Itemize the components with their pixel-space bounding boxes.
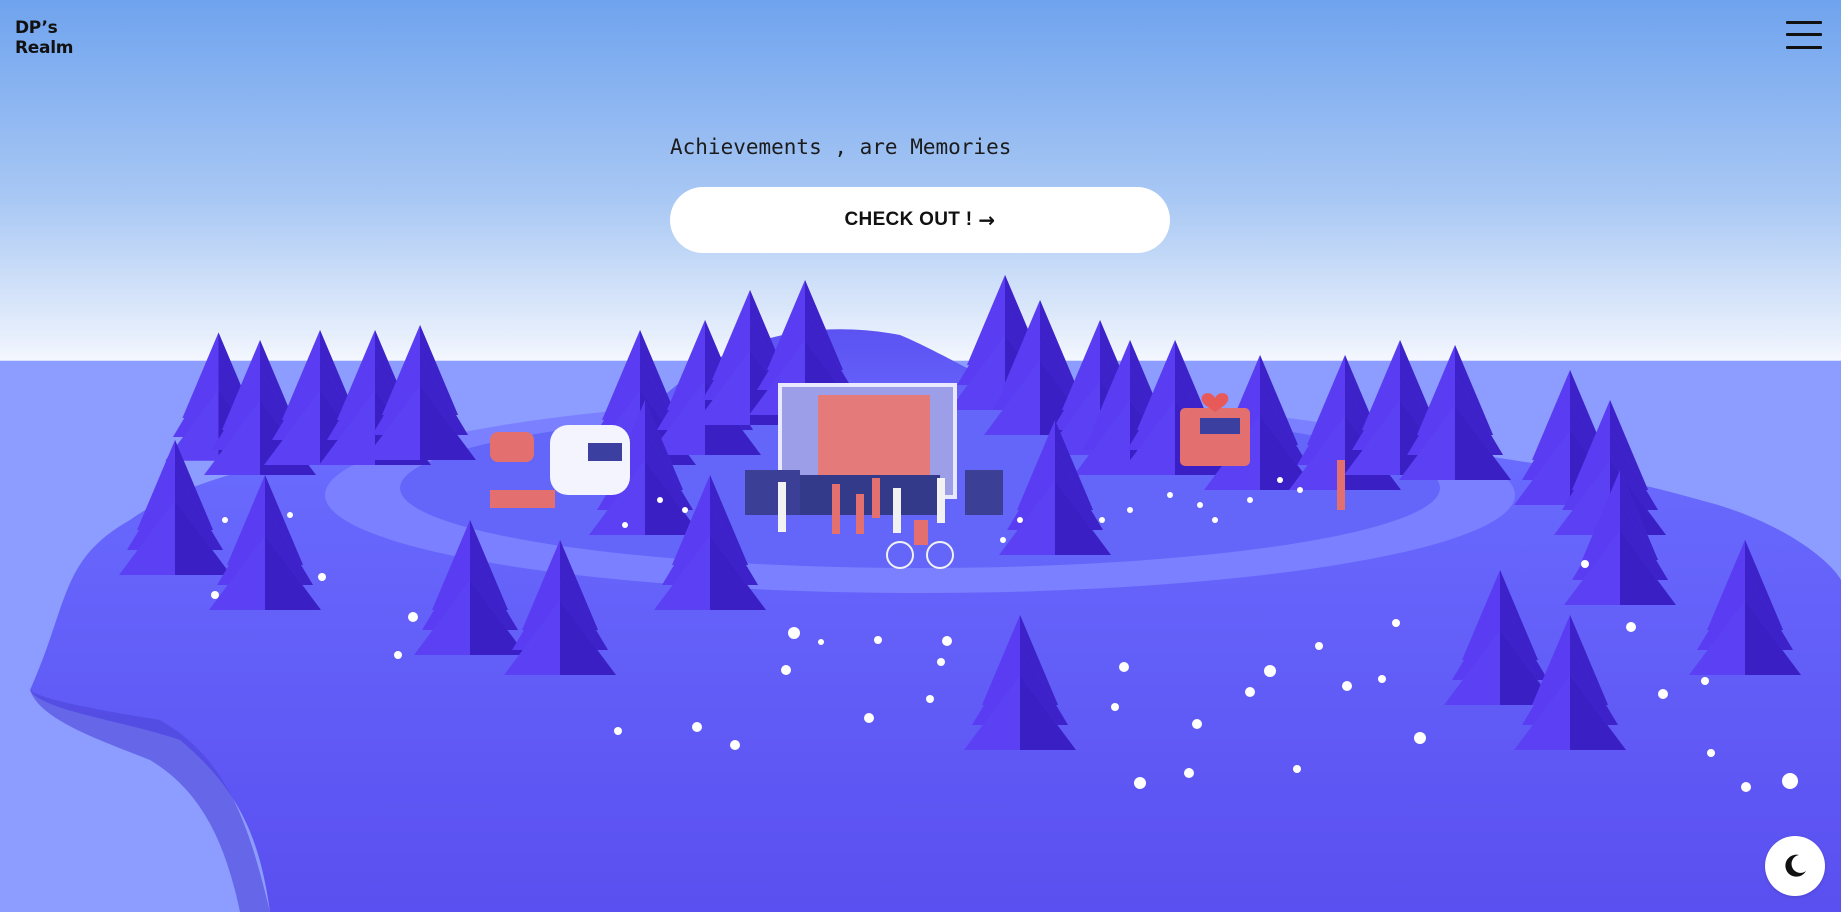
brand-line1: DP’s (15, 18, 58, 38)
hero-tagline: Achievements , are Memories (670, 135, 1012, 159)
check-out-label: CHECK OUT ! (844, 209, 973, 230)
moon-icon (1785, 854, 1806, 877)
arrow-right-icon: → (978, 208, 996, 232)
brand-line2: Realm (15, 38, 74, 58)
hero: Achievements , are Memories CHECK OUT ! … (670, 132, 1170, 253)
hamburger-menu-icon[interactable] (1785, 19, 1823, 51)
check-out-button[interactable]: CHECK OUT ! → (670, 187, 1170, 253)
site-logo[interactable]: DP’s Realm (15, 18, 73, 58)
theme-toggle-button[interactable] (1765, 836, 1825, 896)
